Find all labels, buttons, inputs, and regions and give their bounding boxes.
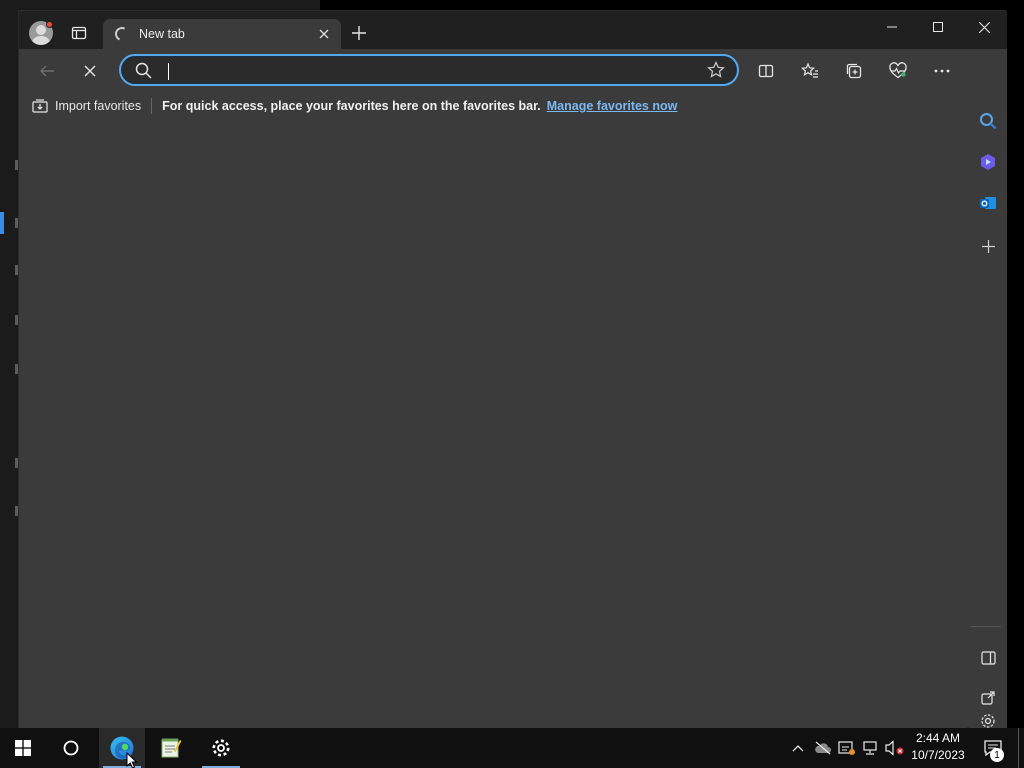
favorites-bar-message: For quick access, place your favorites h… [162, 99, 541, 113]
chevron-up-icon [792, 745, 804, 752]
open-external-button[interactable] [972, 682, 1004, 714]
notepad-icon [161, 738, 182, 758]
tab-new-tab[interactable]: New tab [103, 19, 341, 49]
clock-time: 2:44 AM [915, 731, 961, 745]
desktop: New tab Import favorites For quick acces… [0, 0, 1024, 768]
browser-essentials-button[interactable] [882, 55, 914, 87]
edge-sidebar [969, 49, 1007, 729]
taskbar-notepad-button[interactable] [148, 728, 194, 768]
notification-count-badge: 1 [990, 748, 1004, 762]
close-icon [84, 65, 96, 77]
outlook-icon [980, 197, 996, 209]
sidebar-settings-button[interactable] [972, 713, 1004, 729]
favorites-button[interactable] [794, 55, 826, 87]
star-icon[interactable] [707, 61, 725, 79]
sidebar-designer-button[interactable] [972, 146, 1004, 178]
loading-spinner-icon [113, 25, 131, 43]
sidebar-divider [971, 626, 1001, 627]
background-window-accent [0, 212, 4, 234]
external-link-icon [981, 691, 995, 705]
sidebar-add-button[interactable] [972, 230, 1004, 262]
maximize-button[interactable] [915, 11, 961, 43]
network-icon [863, 741, 877, 755]
clock-date: 10/7/2023 [911, 748, 965, 762]
show-desktop-button[interactable] [1018, 728, 1024, 768]
text-caret [168, 63, 169, 80]
favorites-bar-divider [151, 98, 153, 114]
collections-icon [846, 63, 862, 79]
settings-icon [212, 739, 230, 757]
profile-notification-dot [46, 21, 53, 28]
manage-favorites-link[interactable]: Manage favorites now [547, 99, 678, 113]
cloud-offline-icon [815, 741, 831, 755]
arrow-left-icon [40, 65, 54, 77]
more-options-button[interactable] [926, 55, 958, 87]
cortana-button[interactable] [48, 728, 94, 768]
taskbar: 2:44 AM 10/7/2023 1 [0, 728, 1024, 768]
heart-pulse-icon [889, 62, 907, 79]
network-tray-icon[interactable] [859, 728, 883, 768]
close-window-button[interactable] [961, 11, 1007, 43]
maximize-icon [933, 22, 943, 32]
designer-icon [981, 154, 995, 170]
close-icon [319, 29, 329, 39]
taskbar-edge-button[interactable] [99, 728, 145, 768]
taskbar-settings-button[interactable] [198, 728, 244, 768]
mouse-pointer-icon [126, 752, 138, 768]
address-bar[interactable] [119, 54, 739, 86]
import-favorites-button[interactable]: Import favorites [32, 99, 141, 113]
page-content [19, 119, 967, 729]
split-screen-button[interactable] [750, 55, 782, 87]
search-icon [135, 62, 152, 79]
security-tray-icon[interactable] [835, 728, 859, 768]
show-hidden-icons-button[interactable] [786, 728, 810, 768]
cortana-icon [63, 740, 79, 756]
address-input[interactable] [165, 60, 685, 82]
taskbar-clock[interactable]: 2:44 AM 10/7/2023 [906, 730, 970, 764]
import-favorites-label: Import favorites [55, 99, 142, 113]
security-warning-icon [838, 741, 855, 755]
action-center-button[interactable]: 1 [978, 728, 1008, 768]
tab-close-button[interactable] [313, 23, 335, 45]
back-button[interactable] [31, 55, 63, 87]
profile-button[interactable] [25, 15, 57, 51]
split-screen-icon [758, 64, 774, 78]
hide-sidebar-button[interactable] [972, 642, 1004, 674]
gear-icon [981, 714, 995, 728]
minimize-button[interactable] [869, 11, 915, 43]
close-icon [978, 21, 990, 33]
start-button[interactable] [0, 728, 46, 768]
favorites-icon [801, 62, 818, 78]
tab-actions-button[interactable] [65, 15, 93, 51]
import-favorites-icon [32, 99, 48, 113]
stop-loading-button[interactable] [74, 55, 106, 87]
sidebar-outlook-button[interactable] [972, 187, 1004, 219]
sidebar-panel-icon [980, 651, 996, 665]
volume-muted-icon [885, 740, 904, 756]
minimize-icon [887, 26, 897, 28]
title-bar: New tab [19, 11, 1007, 49]
plus-icon [352, 26, 366, 40]
tab-actions-icon [71, 26, 87, 40]
favorites-bar: Import favorites For quick access, place… [19, 93, 969, 119]
more-icon [934, 69, 950, 73]
edge-browser-window: New tab Import favorites For quick acces… [18, 10, 1007, 729]
tab-title: New tab [139, 27, 185, 41]
search-icon [980, 113, 997, 130]
new-tab-button[interactable] [345, 15, 373, 51]
sidebar-search-button[interactable] [972, 105, 1004, 137]
volume-tray-icon[interactable] [883, 728, 907, 768]
collections-button[interactable] [838, 55, 870, 87]
plus-icon [981, 239, 995, 253]
navigation-toolbar [19, 49, 1007, 93]
onedrive-tray-icon[interactable] [811, 728, 835, 768]
start-icon [15, 740, 31, 756]
